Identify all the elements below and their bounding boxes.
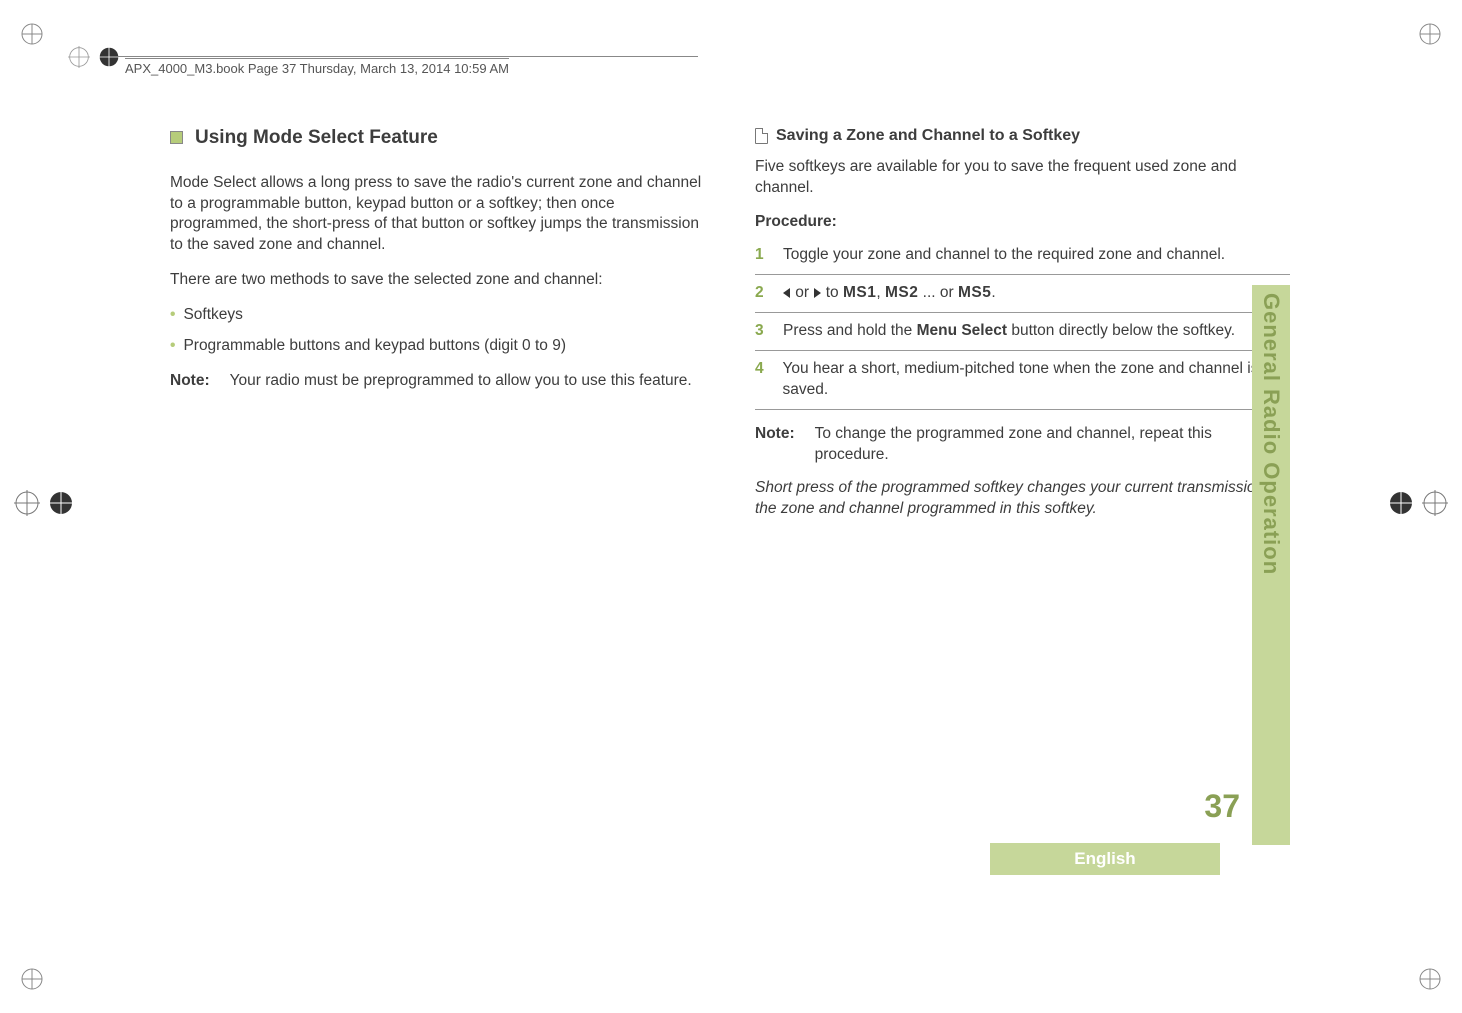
step-text: or to MS1, MS2 ... or MS5. bbox=[783, 283, 996, 304]
procedure-step: 4 You hear a short, medium-pitched tone … bbox=[755, 359, 1290, 410]
header-rule bbox=[118, 56, 698, 57]
paragraph: There are two methods to save the select… bbox=[170, 270, 705, 291]
triangle-left-icon bbox=[783, 288, 790, 298]
note-label: Note: bbox=[755, 424, 795, 466]
page-content: Using Mode Select Feature Mode Select al… bbox=[170, 125, 1290, 885]
note: Note: Your radio must be preprogrammed t… bbox=[170, 371, 705, 392]
reg-mark-icon bbox=[20, 967, 44, 991]
step-text: You hear a short, medium-pitched tone wh… bbox=[783, 359, 1290, 401]
crosshair-icon bbox=[14, 490, 74, 516]
bullet-dot-icon: • bbox=[170, 305, 175, 326]
subsection-title-text: Saving a Zone and Channel to a Softkey bbox=[776, 125, 1080, 147]
procedure-label: Procedure: bbox=[755, 212, 1290, 233]
bullet-list: • Softkeys • Programmable buttons and ke… bbox=[170, 305, 705, 357]
section-title-text: Using Mode Select Feature bbox=[195, 125, 438, 151]
section-title: Using Mode Select Feature bbox=[170, 125, 705, 151]
crosshair-icon bbox=[98, 46, 120, 68]
reg-mark-icon bbox=[20, 22, 44, 46]
step-text: Toggle your zone and channel to the requ… bbox=[783, 245, 1225, 266]
reg-mark-icon bbox=[1418, 967, 1442, 991]
list-item-text: Programmable buttons and keypad buttons … bbox=[183, 336, 566, 357]
procedure-step: 1 Toggle your zone and channel to the re… bbox=[755, 245, 1290, 275]
note-body: Your radio must be preprogrammed to allo… bbox=[230, 371, 692, 392]
document-icon bbox=[755, 128, 768, 144]
page-header-text: APX_4000_M3.book Page 37 Thursday, March… bbox=[125, 58, 509, 76]
bullet-dot-icon: • bbox=[170, 336, 175, 357]
crosshair-icon bbox=[1388, 490, 1448, 516]
step-number: 4 bbox=[755, 359, 769, 401]
note-body: To change the programmed zone and channe… bbox=[815, 424, 1290, 466]
left-column: Using Mode Select Feature Mode Select al… bbox=[170, 125, 705, 520]
crosshair-icon bbox=[68, 46, 90, 68]
step-text: Press and hold the Menu Select button di… bbox=[783, 321, 1235, 342]
procedure-step: 2 or to MS1, MS2 ... or MS5. bbox=[755, 283, 1290, 313]
right-column: Saving a Zone and Channel to a Softkey F… bbox=[755, 125, 1290, 520]
italic-note: Short press of the programmed softkey ch… bbox=[755, 478, 1290, 520]
paragraph: Mode Select allows a long press to save … bbox=[170, 173, 705, 257]
procedure-step: 3 Press and hold the Menu Select button … bbox=[755, 321, 1290, 351]
list-item: • Softkeys bbox=[170, 305, 705, 326]
list-item: • Programmable buttons and keypad button… bbox=[170, 336, 705, 357]
note-label: Note: bbox=[170, 371, 210, 392]
note: Note: To change the programmed zone and … bbox=[755, 424, 1290, 466]
step-number: 3 bbox=[755, 321, 769, 342]
subsection-title: Saving a Zone and Channel to a Softkey bbox=[755, 125, 1290, 147]
list-item-text: Softkeys bbox=[183, 305, 242, 326]
side-tab-label: General Radio Operation bbox=[1258, 293, 1284, 575]
page-number: 37 bbox=[1204, 788, 1240, 825]
reg-mark-icon bbox=[1418, 22, 1442, 46]
step-number: 1 bbox=[755, 245, 769, 266]
paragraph: Five softkeys are available for you to s… bbox=[755, 157, 1290, 199]
language-box: English bbox=[990, 843, 1220, 875]
step-number: 2 bbox=[755, 283, 769, 304]
square-bullet-icon bbox=[170, 131, 183, 144]
